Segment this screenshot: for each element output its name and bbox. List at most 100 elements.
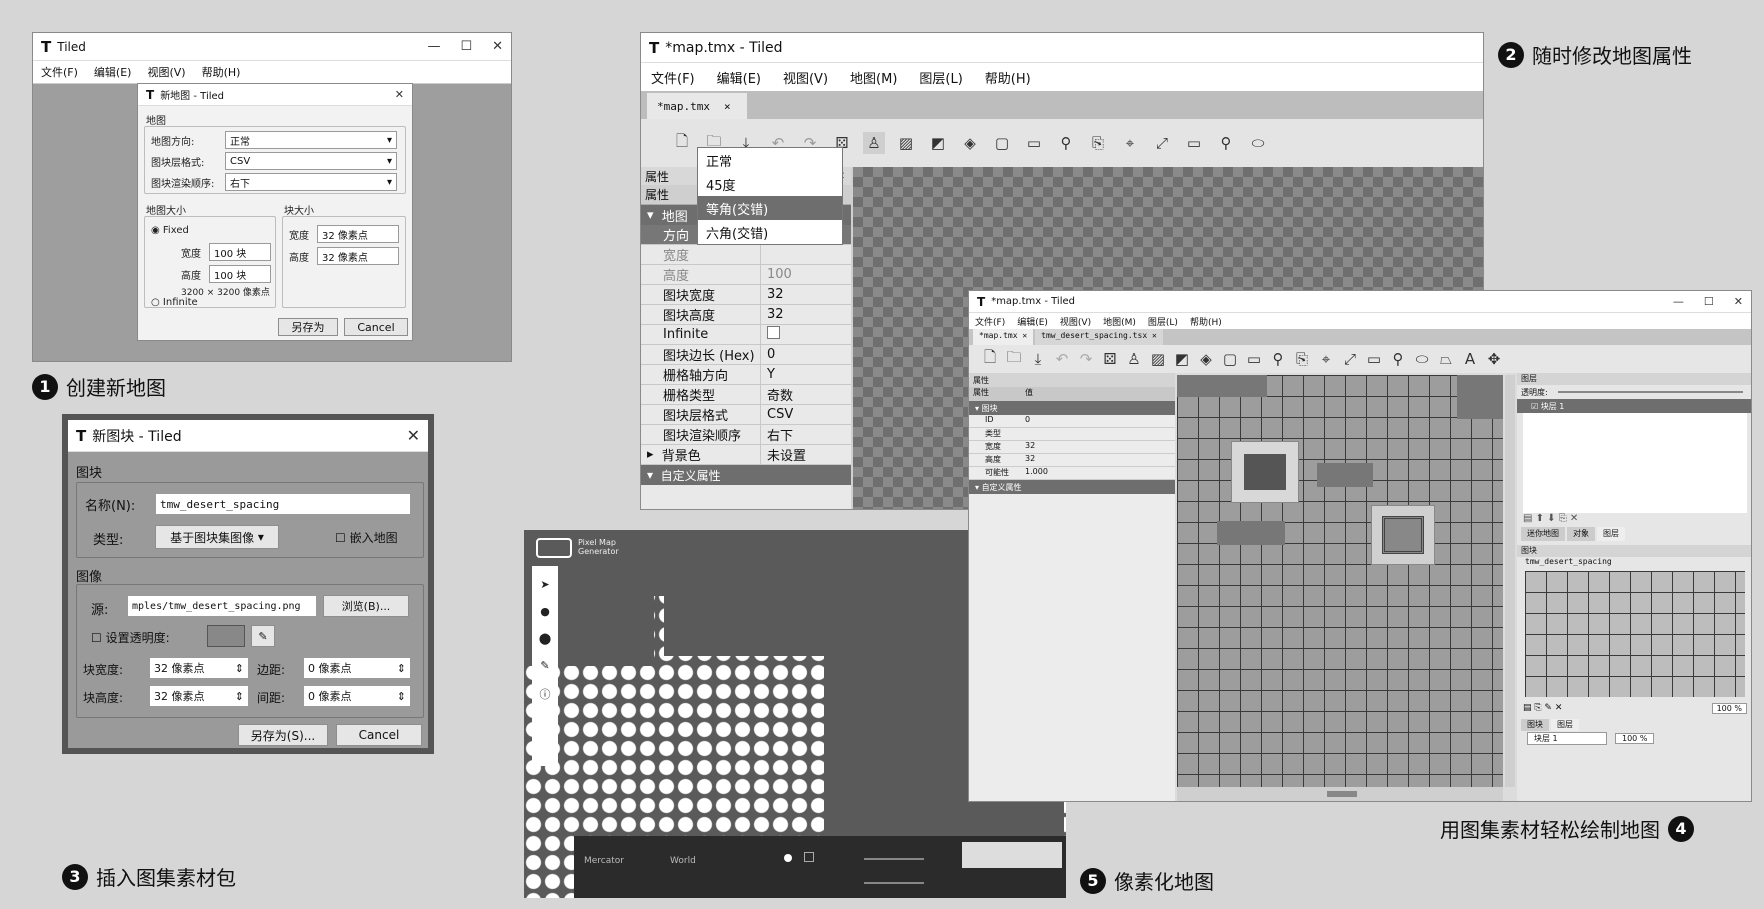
size-slider[interactable]	[864, 858, 924, 860]
save-as-button[interactable]: 另存为	[278, 318, 338, 336]
menu-layer[interactable]: 图层(L)	[1148, 315, 1178, 328]
menu-file[interactable]: 文件(F)	[41, 64, 78, 80]
layer-row[interactable]: ☑ 块层 1	[1517, 399, 1751, 413]
group-custom-properties[interactable]: ▾ 自定义属性	[641, 465, 851, 485]
info-icon[interactable]: ⓘ	[540, 686, 551, 702]
menu-file[interactable]: 文件(F)	[651, 68, 695, 87]
pencil-icon[interactable]: ✎	[540, 659, 549, 672]
stamp-brush-icon[interactable]: ♙	[863, 132, 885, 154]
prop-row-layer-format[interactable]: 图块层格式 CSV	[641, 405, 851, 425]
magic-wand-icon[interactable]: ⚲	[1267, 348, 1289, 370]
new-file-icon[interactable]: 🗋	[671, 132, 693, 154]
save-as-button[interactable]: 另存为(S)...	[238, 724, 328, 746]
insert-ellipse-icon[interactable]: ⬭	[1411, 348, 1433, 370]
prop-row-render-order[interactable]: 图块渲染顺序 右下	[641, 425, 851, 445]
embed-checkbox[interactable]: ☐ 嵌入地图	[335, 529, 398, 546]
shape-square-option[interactable]	[804, 852, 814, 862]
eraser-icon[interactable]: ▢	[1219, 348, 1241, 370]
select-same-icon[interactable]: ⎘	[1291, 348, 1313, 370]
tab-layers-bottom[interactable]: 图层	[1551, 719, 1579, 731]
object-select-icon[interactable]: ⌖	[1119, 132, 1141, 154]
tab-tileset[interactable]: tmw_desert_spacing.tsx ✕	[1035, 329, 1163, 345]
tab-map[interactable]: *map.tmx ×	[647, 93, 747, 119]
close-icon[interactable]: ✕	[395, 88, 404, 101]
map-height-spinbox[interactable]: 100 块	[209, 265, 271, 283]
color-swatch[interactable]	[207, 625, 245, 647]
insert-text-icon[interactable]: A	[1459, 348, 1481, 370]
type-select[interactable]: 基于图块集图像 ▾	[155, 525, 279, 549]
insert-rect-icon[interactable]: ▭	[1363, 348, 1385, 370]
pointer-icon[interactable]: ➤	[540, 578, 549, 591]
close-icon[interactable]: ✕	[492, 39, 503, 54]
magic-wand-icon[interactable]: ⚲	[1055, 132, 1077, 154]
prop-row-tile-width[interactable]: 图块宽度 32	[641, 285, 851, 305]
vertical-scrollbar[interactable]	[1505, 375, 1515, 787]
close-icon[interactable]: ✕	[1734, 295, 1743, 308]
cancel-button[interactable]: Cancel	[336, 724, 422, 746]
prop-row[interactable]: 可能性 1.000	[969, 467, 1175, 480]
projection-select[interactable]: Mercator	[584, 856, 624, 866]
option-orthogonal[interactable]: 正常	[698, 148, 842, 172]
menu-edit[interactable]: 编辑(E)	[94, 64, 132, 80]
bucket-fill-icon[interactable]: ◩	[927, 132, 949, 154]
insert-rect-icon[interactable]: ▭	[1183, 132, 1205, 154]
stamp-brush-icon[interactable]: ♙	[1123, 348, 1145, 370]
render-order-select[interactable]: 右下 ▾	[225, 173, 397, 191]
new-file-icon[interactable]: 🗋	[979, 348, 1001, 370]
region-select[interactable]: World	[670, 856, 696, 866]
prop-row-background[interactable]: ▸ 背景色 未设置	[641, 445, 851, 465]
tileset-view[interactable]	[1525, 571, 1745, 697]
option-isometric-staggered[interactable]: 等角(交错)	[698, 196, 842, 220]
object-select-icon[interactable]: ⌖	[1315, 348, 1337, 370]
menu-help[interactable]: 帮助(H)	[1190, 315, 1222, 328]
prop-row-height[interactable]: 高度 100	[641, 265, 851, 285]
horizontal-scrollbar[interactable]	[1177, 787, 1503, 801]
menu-edit[interactable]: 编辑(E)	[717, 68, 761, 87]
map-canvas[interactable]	[1177, 375, 1503, 787]
prop-row[interactable]: 宽度 32	[969, 441, 1175, 454]
menu-view[interactable]: 视图(V)	[1060, 315, 1091, 328]
shape-fill-icon[interactable]: ◈	[1195, 348, 1217, 370]
cancel-button[interactable]: Cancel	[344, 318, 408, 336]
undo-icon[interactable]: ↶	[1051, 348, 1073, 370]
infinite-checkbox[interactable]: ○ Infinite	[151, 297, 198, 308]
select-same-icon[interactable]: ⎘	[1087, 132, 1109, 154]
spacing-spinbox[interactable]: 0 像素点 ⇕	[303, 685, 411, 707]
prop-row[interactable]: ID 0	[969, 415, 1175, 428]
redo-icon[interactable]: ↷	[1075, 348, 1097, 370]
menu-map[interactable]: 地图(M)	[850, 68, 897, 87]
generate-button[interactable]	[962, 842, 1062, 868]
group-tile[interactable]: ▾ 图块	[969, 401, 1175, 415]
tile-width-spinbox[interactable]: 32 像素点 ⇕	[149, 657, 249, 679]
random-mode-icon[interactable]: ⚄	[1099, 348, 1121, 370]
status-layer-select[interactable]: 块层 1	[1527, 731, 1607, 745]
source-input[interactable]: mples/tmw_desert_spacing.png	[127, 595, 317, 617]
option-hexagonal-staggered[interactable]: 六角(交错)	[698, 220, 842, 244]
rect-select-icon[interactable]: ▭	[1023, 132, 1045, 154]
insert-point-icon[interactable]: ⚲	[1387, 348, 1409, 370]
insert-ellipse-icon[interactable]: ⬭	[1247, 132, 1269, 154]
minimize-icon[interactable]: —	[1673, 295, 1684, 308]
prop-row-stagger-index[interactable]: 栅格类型 奇数	[641, 385, 851, 405]
menu-view[interactable]: 视图(V)	[783, 68, 828, 87]
terrain-brush-icon[interactable]: ▨	[1147, 348, 1169, 370]
map-width-spinbox[interactable]: 100 块	[209, 243, 271, 261]
layer-format-select[interactable]: CSV ▾	[225, 152, 397, 170]
spacing-slider[interactable]	[864, 882, 924, 884]
menu-edit[interactable]: 编辑(E)	[1017, 315, 1048, 328]
bucket-fill-icon[interactable]: ◩	[1171, 348, 1193, 370]
menu-help[interactable]: 帮助(H)	[202, 64, 241, 80]
prop-row[interactable]: 类型	[969, 428, 1175, 441]
prop-row-width[interactable]: 宽度	[641, 245, 851, 265]
maximize-icon[interactable]: ☐	[1704, 295, 1714, 308]
tab-minimap[interactable]: 迷你地图	[1521, 527, 1565, 541]
shape-circle-option[interactable]	[784, 854, 792, 862]
prop-row-tile-height[interactable]: 图块高度 32	[641, 305, 851, 325]
infinite-checkbox[interactable]	[767, 326, 780, 339]
shape-fill-icon[interactable]: ◈	[959, 132, 981, 154]
marker-icon[interactable]: ⬤	[539, 632, 551, 645]
move-icon[interactable]: ✥	[1483, 348, 1505, 370]
tileset-tab[interactable]: tmw_desert_spacing	[1517, 557, 1751, 571]
tab-map[interactable]: *map.tmx ✕	[973, 329, 1034, 345]
close-icon[interactable]: ✕	[407, 426, 420, 445]
